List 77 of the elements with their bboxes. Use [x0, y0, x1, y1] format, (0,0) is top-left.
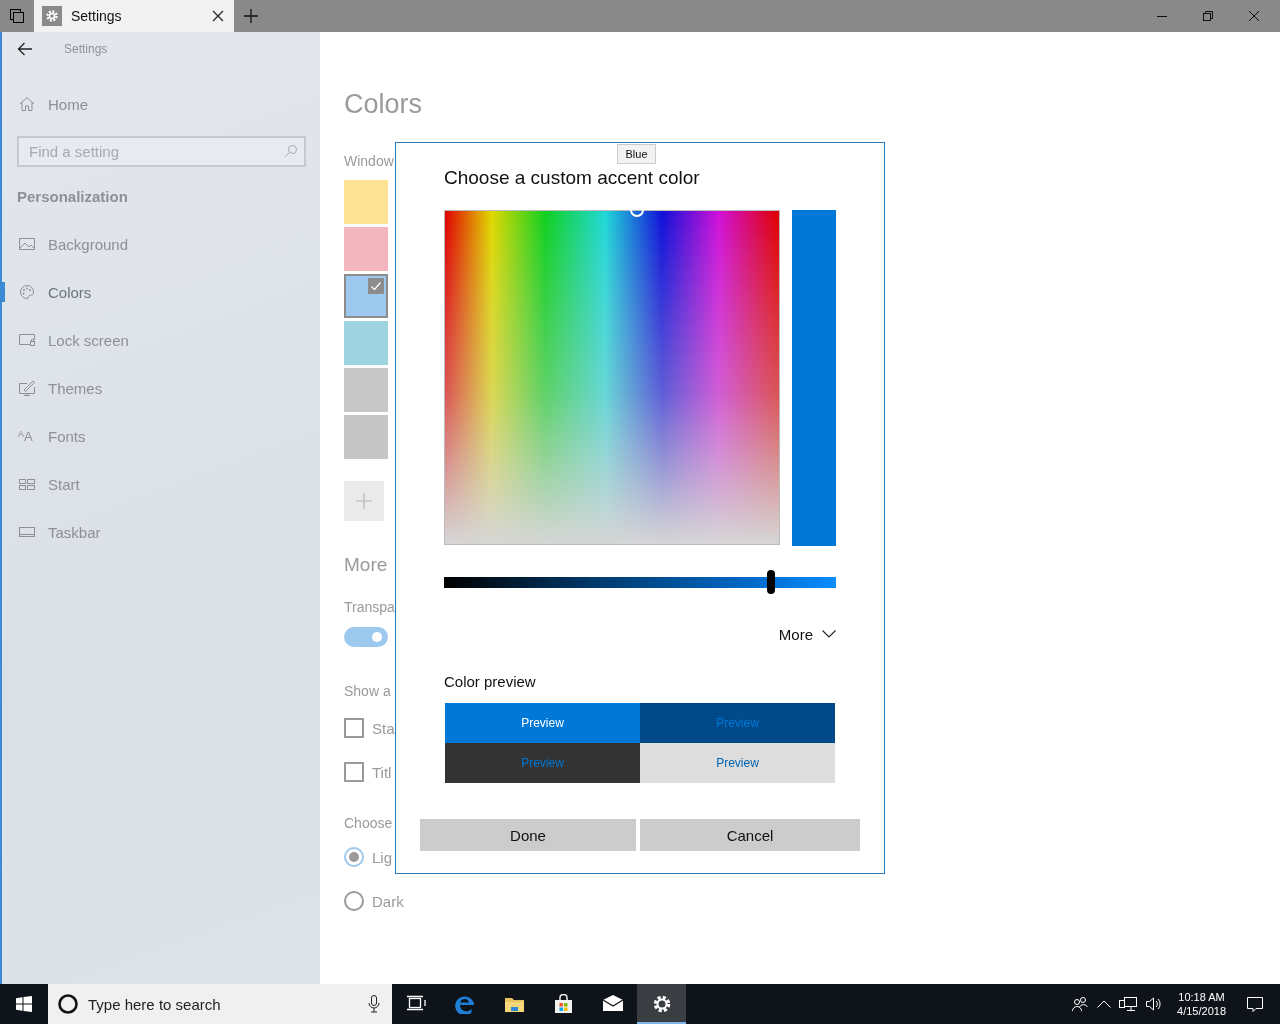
monitor-lock-icon: [18, 331, 36, 349]
nav-item[interactable]: Lock screen: [2, 316, 320, 364]
people-icon[interactable]: [1071, 996, 1090, 1012]
tooltip: Blue: [617, 144, 656, 164]
preview-tile: Preview: [640, 703, 835, 743]
section-label: Window: [344, 152, 395, 171]
envelope-icon: [601, 994, 624, 1014]
slider-thumb[interactable]: [766, 570, 775, 594]
chevron-up-icon[interactable]: [1097, 1000, 1112, 1008]
color-swatch[interactable]: [344, 321, 388, 365]
restore-icon[interactable]: [1203, 11, 1213, 21]
checkbox-label: Sta: [372, 719, 395, 737]
browser-icon: [454, 994, 477, 1014]
home-link[interactable]: Home: [2, 88, 320, 120]
toggle-switch[interactable]: [344, 627, 388, 647]
nav-item[interactable]: $^{A}$A Fonts: [2, 412, 320, 460]
dialog-title: Choose a custom accent color: [444, 166, 701, 190]
palette-icon: [18, 283, 36, 301]
checkbox[interactable]: [344, 762, 364, 782]
preview-tile: Preview: [445, 703, 640, 743]
speaker-icon[interactable]: [1145, 996, 1164, 1012]
preview-tile: Preview: [640, 743, 835, 783]
add-color-button[interactable]: [344, 481, 384, 521]
fonts-icon: $^{A}$A: [18, 429, 36, 443]
radio-button[interactable]: [344, 847, 364, 867]
notifications-icon[interactable]: [1246, 995, 1264, 1013]
settings-icon: [42, 6, 62, 26]
preview-tile: Preview: [445, 743, 640, 783]
plus-icon: [356, 493, 372, 509]
task-view-icon[interactable]: [9, 8, 25, 24]
microphone-icon: [368, 995, 380, 1013]
checkmark-icon: [368, 278, 384, 294]
section-heading: More: [344, 553, 389, 577]
picture-icon: [18, 235, 36, 253]
search-icon: [284, 144, 298, 158]
app-title: Settings: [64, 42, 108, 56]
nav-item[interactable]: Taskbar: [2, 508, 320, 556]
windows-logo-icon: [16, 996, 32, 1012]
color-swatch[interactable]: [344, 368, 388, 412]
chevron-down-icon: [822, 630, 836, 638]
nav-item[interactable]: Start: [2, 460, 320, 508]
more-button[interactable]: More: [778, 622, 836, 646]
radio-button[interactable]: [344, 891, 364, 911]
setting-label: Choose: [344, 814, 394, 833]
nav-item[interactable]: Colors: [2, 268, 320, 316]
clock-time[interactable]: 10:18 AM: [1178, 990, 1225, 1004]
taskbar-search-field[interactable]: Type here to search: [48, 984, 392, 1024]
browser-tab[interactable]: Settings: [34, 0, 234, 32]
store-bag-icon: [552, 994, 575, 1014]
radio-label: Lig: [372, 848, 393, 866]
new-tab-icon[interactable]: [243, 8, 259, 24]
page-title: Colors: [344, 88, 423, 121]
close-icon[interactable]: [212, 10, 224, 22]
color-swatch[interactable]: [344, 415, 388, 459]
taskbar-app[interactable]: [637, 984, 686, 1024]
radio-label: Dark: [372, 892, 404, 910]
network-icon[interactable]: [1119, 996, 1138, 1012]
clock-date[interactable]: 4/15/2018: [1177, 1004, 1226, 1018]
checkbox-label: Titl: [372, 763, 392, 781]
setting-label: Show a: [344, 682, 392, 701]
nav-item[interactable]: Themes: [2, 364, 320, 412]
color-swatch[interactable]: [344, 180, 388, 224]
cancel-button[interactable]: Cancel: [640, 819, 860, 851]
done-button[interactable]: Done: [420, 819, 636, 851]
checkbox[interactable]: [344, 718, 364, 738]
cortana-icon: [57, 993, 79, 1015]
brush-monitor-icon: [18, 379, 36, 397]
tab-title: Settings: [71, 8, 123, 24]
back-arrow-icon[interactable]: [17, 42, 33, 56]
section-label: Color preview: [444, 672, 537, 692]
setting-label: Transpa: [344, 598, 396, 617]
section-heading: Personalization: [16, 187, 129, 207]
color-swatch[interactable]: [344, 227, 388, 271]
color-swatch[interactable]: [344, 274, 388, 318]
search-field[interactable]: Find a setting: [17, 136, 306, 167]
nav-item[interactable]: Background: [2, 220, 320, 268]
home-icon: [18, 95, 36, 113]
